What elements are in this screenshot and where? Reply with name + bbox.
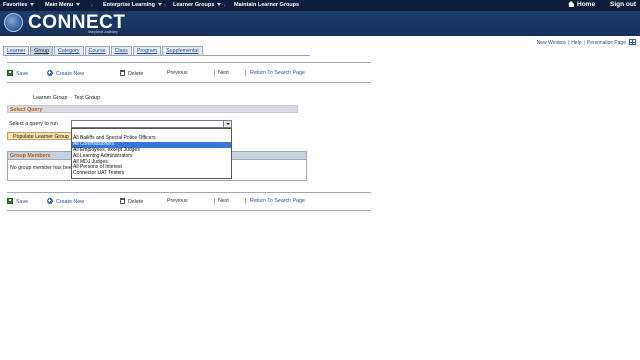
tab-class[interactable]: Class (110, 46, 132, 55)
grid-layout-icon[interactable] (629, 39, 636, 45)
return-to-search-link[interactable]: Return To Search Page (250, 70, 305, 76)
next-button[interactable]: Next (218, 198, 229, 204)
brand-bar: CONNECT Maryland Judiciary (0, 11, 640, 36)
populate-learner-group-button[interactable]: Populate Learner Group (7, 132, 75, 140)
chevron-down-icon (30, 3, 35, 7)
query-dropdown-list: All Bailiffs and Special Police Officers… (71, 128, 232, 179)
divider: | (583, 40, 585, 46)
add-icon (47, 70, 53, 76)
trash-icon (120, 198, 125, 204)
divider (7, 82, 371, 83)
create-new-button[interactable]: Create New (47, 198, 84, 205)
chevron-down-icon[interactable] (223, 121, 231, 127)
group-members-title: Group Members (10, 153, 51, 159)
top-nav-bar: Favorites Main Menu › Enterprise Learnin… (0, 0, 640, 11)
divider (245, 198, 246, 204)
breadcrumb-separator: › (91, 3, 93, 9)
nav-learner-groups[interactable]: Learner Groups (173, 2, 222, 8)
utility-links: New Window | Help | Personalize Page (537, 39, 636, 46)
divider (7, 192, 371, 193)
nav-enterprise-learning[interactable]: Enterprise Learning (103, 2, 162, 8)
chevron-down-icon (157, 3, 162, 7)
tab-group[interactable]: Group (30, 46, 53, 55)
home-icon (568, 1, 575, 7)
save-icon (7, 70, 13, 76)
add-icon (47, 198, 53, 204)
chevron-down-icon (76, 3, 81, 7)
nav-maintain-learner-groups[interactable]: Maintain Learner Groups (234, 2, 299, 8)
bottom-toolbar: Save Create New Delete Previous Next Ret… (7, 197, 377, 206)
divider (245, 70, 246, 76)
tab-program[interactable]: Program (132, 46, 162, 55)
divider (214, 70, 215, 76)
select-query-header: Select Query (7, 105, 298, 113)
home-link[interactable]: Home (568, 1, 595, 8)
select-query-label: Select a query to run (9, 121, 58, 127)
save-button[interactable]: Save (7, 70, 28, 77)
save-icon (7, 198, 13, 204)
page-tabs: Learner Group Category Course Class Prog… (3, 46, 204, 55)
help-link[interactable]: Help (571, 40, 581, 46)
personalize-page-link[interactable]: Personalize Page (587, 40, 626, 46)
previous-button[interactable]: Previous (167, 198, 188, 204)
divider (214, 198, 215, 204)
next-button[interactable]: Next (218, 70, 229, 76)
maryland-judiciary-seal-logo (4, 13, 23, 32)
divider (7, 210, 371, 211)
tab-category[interactable]: Category (54, 46, 84, 55)
tab-supplemental[interactable]: Supplemental (162, 46, 203, 55)
divider (7, 62, 371, 63)
learner-group-value: Test Group (74, 95, 100, 101)
delete-button[interactable]: Delete (120, 70, 143, 77)
chevron-down-icon (217, 3, 222, 7)
breadcrumb-separator: › (164, 3, 166, 9)
tab-course[interactable]: Course (84, 46, 110, 55)
new-window-link[interactable]: New Window (537, 40, 566, 46)
save-button[interactable]: Save (7, 198, 28, 205)
return-to-search-link[interactable]: Return To Search Page (250, 198, 305, 204)
previous-button[interactable]: Previous (167, 70, 188, 76)
tab-baseline (3, 55, 310, 56)
sign-out-link[interactable]: Sign out (610, 1, 636, 8)
query-option[interactable]: Connector UAT Testers (72, 170, 231, 177)
nav-favorites[interactable]: Favorites (3, 2, 35, 8)
query-select[interactable] (71, 120, 232, 128)
trash-icon (120, 70, 125, 76)
tab-learner[interactable]: Learner (3, 46, 30, 55)
divider: | (567, 40, 570, 46)
brand-subtitle: Maryland Judiciary (88, 30, 118, 34)
breadcrumb-separator: › (224, 3, 226, 9)
top-toolbar: Save Create New Delete Previous Next Ret… (7, 69, 377, 78)
learner-group-label: Learner Group (33, 95, 68, 101)
nav-main-menu[interactable]: Main Menu (45, 2, 81, 8)
create-new-button[interactable]: Create New (47, 70, 84, 77)
delete-button[interactable]: Delete (120, 198, 143, 205)
